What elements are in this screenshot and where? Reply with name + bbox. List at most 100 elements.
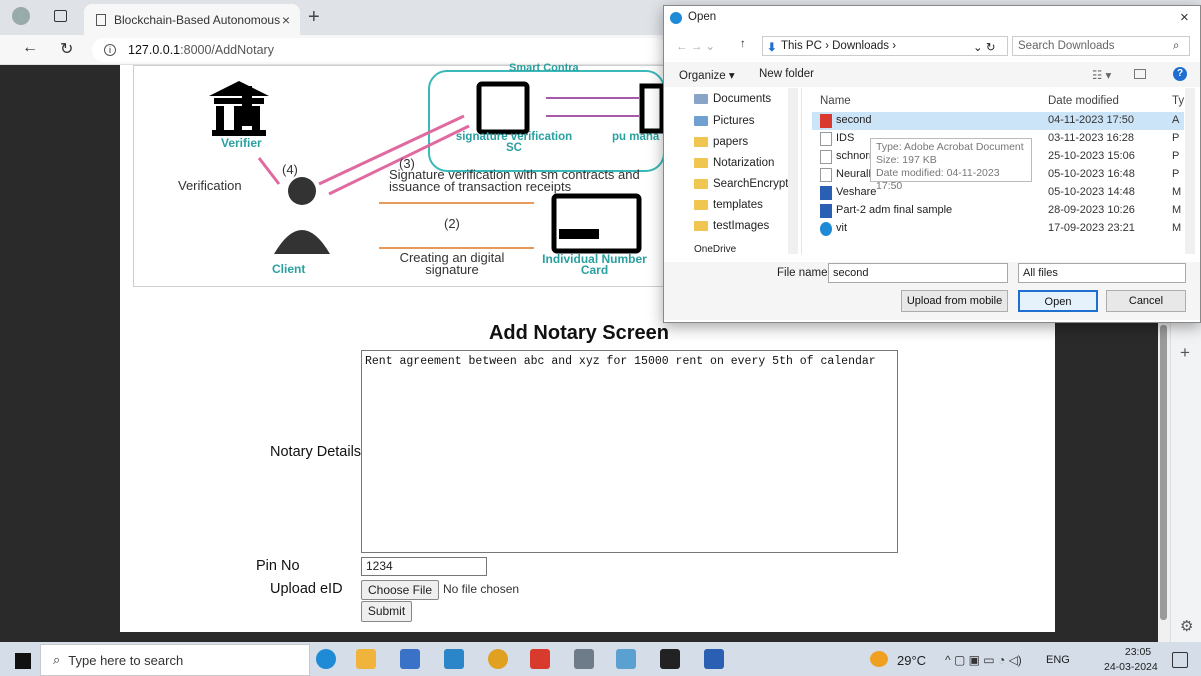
tab-actions-icon[interactable] xyxy=(54,10,67,22)
bank-icon xyxy=(209,81,269,96)
tab-close-icon[interactable]: × xyxy=(282,12,290,28)
gear-icon[interactable]: ⚙ xyxy=(1180,617,1193,635)
info-icon[interactable]: i xyxy=(104,44,116,56)
add-icon[interactable]: + xyxy=(1180,343,1190,363)
tooltip-size: Size: 197 KB xyxy=(876,154,937,166)
store-icon[interactable] xyxy=(400,649,420,669)
step2-label: (2) xyxy=(444,216,460,231)
file-date: 03-11-2023 16:28 xyxy=(1048,132,1135,144)
file-type: A xyxy=(1172,114,1180,126)
upload-eid-label: Upload eID xyxy=(270,581,343,597)
file-type: M xyxy=(1172,186,1182,198)
help-icon[interactable]: ? xyxy=(1173,67,1187,81)
scrollbar-thumb[interactable] xyxy=(1160,325,1167,620)
preview-pane-icon[interactable] xyxy=(1134,69,1146,79)
mail-icon[interactable] xyxy=(444,649,464,669)
file-name: schnorr xyxy=(836,150,873,162)
notary-details-label: Notary Details xyxy=(270,444,362,460)
file-name-input[interactable]: second xyxy=(828,263,1008,283)
nav-label: SearchEncryptio xyxy=(713,178,798,190)
windows-start-icon[interactable] xyxy=(15,653,31,669)
new-tab-button[interactable]: + xyxy=(308,6,320,29)
dialog-toolbar xyxy=(664,62,1200,87)
app-icon[interactable] xyxy=(574,649,594,669)
notary-details-textarea[interactable]: Rent agreement between abc and xyz for 1… xyxy=(361,350,898,553)
document-icon xyxy=(476,81,530,135)
nav-item-papers[interactable]: papers xyxy=(694,136,748,148)
client-label: Client xyxy=(272,262,306,276)
file-type-select[interactable]: All files xyxy=(1018,263,1186,283)
word-icon xyxy=(820,186,832,200)
taskbar-search-placeholder: Type here to search xyxy=(68,652,184,668)
clock-time[interactable]: 23:05 xyxy=(1120,646,1156,658)
weather-icon[interactable] xyxy=(870,651,888,667)
nav-item-pictures[interactable]: Pictures xyxy=(694,115,755,127)
file-icon xyxy=(820,132,832,146)
nav-item-testimages[interactable]: testImages xyxy=(694,220,769,232)
nav-scrollbar[interactable] xyxy=(788,88,798,254)
word-taskbar-icon[interactable] xyxy=(704,649,724,669)
file-row[interactable]: second 04-11-2023 17:50 A xyxy=(812,112,1184,130)
pin-input[interactable]: 1234 xyxy=(361,557,487,576)
dialog-search[interactable]: Search Downloads ⌕ xyxy=(1012,36,1190,56)
tab-current[interactable]: Blockchain-Based Autonomous N × xyxy=(84,4,300,35)
language-indicator[interactable]: ENG xyxy=(1046,654,1070,666)
nav-item-onedrive[interactable]: OneDrive xyxy=(694,244,736,253)
no-file-text: No file chosen xyxy=(443,582,520,596)
view-options-icon[interactable]: ☷ ▾ xyxy=(1092,68,1111,82)
submit-button[interactable]: Submit xyxy=(361,601,412,622)
app-icon-2[interactable] xyxy=(616,649,636,669)
upload-from-mobile-button[interactable]: Upload from mobile xyxy=(901,290,1008,312)
column-name[interactable]: Name xyxy=(820,95,851,107)
dialog-close-icon[interactable]: × xyxy=(1180,9,1189,26)
file-list-scrollbar[interactable] xyxy=(1185,88,1195,254)
new-folder-button[interactable]: New folder xyxy=(759,68,814,80)
acrobat-icon[interactable] xyxy=(530,649,550,669)
notifications-icon[interactable] xyxy=(1172,652,1188,668)
terminal-icon[interactable] xyxy=(660,649,680,669)
profile-icon[interactable] xyxy=(12,7,30,25)
dialog-up-icon[interactable]: ↑ xyxy=(740,38,746,50)
weather-text[interactable]: 29°C xyxy=(897,653,926,668)
nav-item-notarization[interactable]: Notarization xyxy=(694,157,774,169)
refresh-icon[interactable]: ⌄ ↻ xyxy=(973,40,995,54)
file-row[interactable]: vit 17-09-2023 23:21 M xyxy=(812,220,1184,238)
open-button[interactable]: Open xyxy=(1018,290,1098,312)
back-icon[interactable]: ← xyxy=(22,39,38,57)
card-icon xyxy=(551,193,642,254)
file-icon xyxy=(820,150,832,164)
edge-taskbar-icon[interactable] xyxy=(316,649,336,669)
download-icon: ⬇ xyxy=(767,42,777,54)
file-date: 28-09-2023 10:26 xyxy=(1048,204,1135,216)
file-row[interactable]: Part-2 adm final sample 28-09-2023 10:26 M xyxy=(812,202,1184,220)
organize-button[interactable]: Organize ▾ xyxy=(679,68,735,82)
file-explorer-icon[interactable] xyxy=(356,649,376,669)
nav-item-documents[interactable]: Documents xyxy=(694,93,771,105)
page-icon xyxy=(96,13,106,26)
search-placeholder: Search Downloads xyxy=(1018,40,1115,52)
column-date[interactable]: Date modified xyxy=(1048,95,1119,107)
nav-item-searchencryption[interactable]: SearchEncryptio xyxy=(694,178,797,190)
choose-file-button[interactable]: Choose File xyxy=(361,580,439,600)
file-icon xyxy=(820,168,832,182)
taskbar-search[interactable]: ⌕ Type here to search xyxy=(40,644,310,676)
tray-icons[interactable]: ^ ▢ ▣ ▭ ◔ ◁) xyxy=(945,653,1022,667)
file-date: 05-10-2023 14:48 xyxy=(1048,186,1135,198)
edge-icon xyxy=(670,12,682,24)
file-name: vit xyxy=(836,222,847,234)
cancel-button[interactable]: Cancel xyxy=(1106,290,1186,312)
pin-label: Pin No xyxy=(256,558,300,574)
breadcrumb-path: This PC › Downloads › xyxy=(781,40,897,52)
nav-label: Pictures xyxy=(713,115,755,127)
dialog-breadcrumb[interactable]: ⬇ This PC › Downloads › ⌄ ↻ xyxy=(762,36,1008,56)
clock-date[interactable]: 24-03-2024 xyxy=(1104,661,1158,673)
step4-label: (4) xyxy=(282,162,298,177)
dialog-back-icon[interactable]: ← → ⌄ xyxy=(676,39,715,53)
nav-item-templates[interactable]: templates xyxy=(694,199,763,211)
file-name: IDS xyxy=(836,132,855,144)
chrome-icon[interactable] xyxy=(488,649,508,669)
file-type: M xyxy=(1172,222,1182,234)
reload-icon[interactable]: ↻ xyxy=(60,39,73,59)
address-bar[interactable]: i 127.0.0.1:8000/AddNotary xyxy=(92,38,667,62)
column-type[interactable]: Ty xyxy=(1172,95,1184,107)
